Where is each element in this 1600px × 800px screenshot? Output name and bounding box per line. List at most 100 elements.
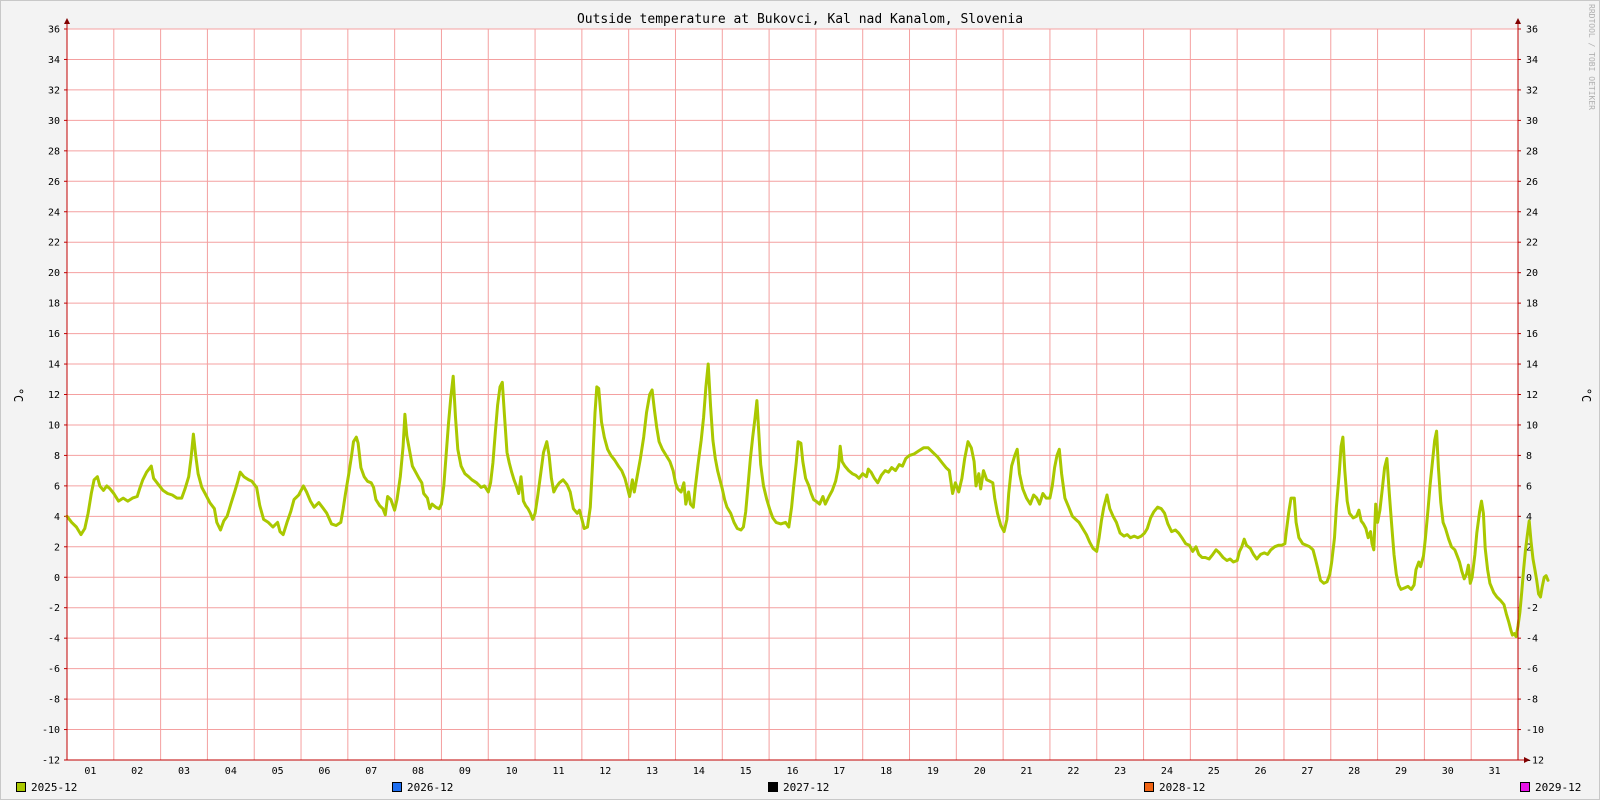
x-tick-label: 21	[1021, 766, 1033, 777]
x-tick-label: 07	[365, 766, 377, 777]
y-tick-label-right: 34	[1526, 55, 1538, 66]
y-tick-label-right: 20	[1526, 268, 1538, 279]
y-tick-label: 6	[54, 481, 60, 492]
x-tick-label: 09	[459, 766, 471, 777]
y-tick-label: 14	[48, 360, 60, 371]
y-tick-label: 2	[54, 542, 60, 553]
y-tick-label-right: -10	[1526, 725, 1544, 736]
y-tick-label-right: -6	[1526, 664, 1538, 675]
y-tick-label: 18	[48, 299, 60, 310]
y-tick-label-right: 18	[1526, 299, 1538, 310]
y-tick-label-right: -4	[1526, 634, 1538, 645]
x-tick-label: 11	[552, 766, 564, 777]
y-tick-label-right: 14	[1526, 360, 1538, 371]
y-tick-label: -8	[48, 695, 60, 706]
x-tick-label: 24	[1161, 766, 1173, 777]
legend-label: 2025-12	[31, 780, 78, 794]
y-axis-label-right: °C	[1579, 388, 1593, 402]
y-tick-label: 24	[48, 207, 60, 218]
y-axis-arrow-right	[1515, 18, 1521, 24]
y-axis-label-left: °C	[11, 388, 25, 402]
y-tick-label: 4	[54, 512, 60, 523]
x-tick-label: 03	[178, 766, 190, 777]
legend-swatch	[1520, 782, 1530, 792]
y-tick-label-right: 6	[1526, 481, 1532, 492]
x-tick-label: 25	[1208, 766, 1220, 777]
y-tick-label: 20	[48, 268, 60, 279]
x-tick-label: 17	[833, 766, 845, 777]
y-tick-label-right: -8	[1526, 695, 1538, 706]
x-tick-label: 01	[84, 766, 96, 777]
x-tick-label: 08	[412, 766, 424, 777]
y-tick-label-right: 24	[1526, 207, 1538, 218]
legend-label: 2027-12	[783, 780, 830, 794]
y-tick-label: -6	[48, 664, 60, 675]
x-tick-label: 15	[740, 766, 752, 777]
legend-swatch	[768, 782, 778, 792]
legend-item: 2028-12	[1144, 780, 1205, 794]
y-tick-label-right: -2	[1526, 603, 1538, 614]
y-tick-label-right: -12	[1526, 756, 1544, 767]
legend-item: 2027-12	[768, 780, 829, 794]
y-tick-label: 10	[48, 420, 60, 431]
y-tick-label-right: 8	[1526, 451, 1532, 462]
legend-label: 2026-12	[407, 780, 454, 794]
chart-title: Outside temperature at Bukovci, Kal nad …	[577, 12, 1023, 27]
y-tick-label-right: 12	[1526, 390, 1538, 401]
y-tick-label: 30	[48, 116, 60, 127]
x-tick-label: 22	[1067, 766, 1079, 777]
y-tick-label: 0	[54, 573, 60, 584]
y-tick-label: 34	[48, 55, 60, 66]
legend-label: 2029-12	[1535, 780, 1582, 794]
watermark: RRDTOOL / TOBI OETIKER	[1587, 4, 1596, 110]
y-tick-label-right: 26	[1526, 177, 1538, 188]
x-tick-label: 12	[599, 766, 611, 777]
legend-swatch	[1144, 782, 1154, 792]
legend-label: 2028-12	[1159, 780, 1206, 794]
x-tick-label: 05	[272, 766, 284, 777]
x-tick-label: 16	[786, 766, 798, 777]
x-tick-label: 28	[1348, 766, 1360, 777]
y-tick-label: -2	[48, 603, 60, 614]
x-tick-label: 13	[646, 766, 658, 777]
temperature-chart: -12 -12-10 -10-8 -8-6 -6-4 -4-2 -20 02 24 46 68 810…	[0, 0, 1600, 800]
legend-item: 2025-12	[16, 780, 77, 794]
x-tick-label: 29	[1395, 766, 1407, 777]
y-tick-label: 36	[48, 25, 60, 36]
x-tick-label: 14	[693, 766, 705, 777]
y-tick-label-right: 32	[1526, 85, 1538, 96]
x-tick-label: 30	[1442, 766, 1454, 777]
y-tick-label: 26	[48, 177, 60, 188]
x-tick-label: 19	[927, 766, 939, 777]
y-tick-label: 28	[48, 146, 60, 157]
y-tick-label: -12	[42, 756, 60, 767]
y-tick-label: -10	[42, 725, 60, 736]
y-tick-label: 22	[48, 238, 60, 249]
y-tick-label-right: 16	[1526, 329, 1538, 340]
legend-swatch	[16, 782, 26, 792]
y-tick-label: 16	[48, 329, 60, 340]
y-tick-label-right: 0	[1526, 573, 1532, 584]
x-tick-label: 23	[1114, 766, 1126, 777]
x-tick-label: 06	[318, 766, 330, 777]
legend-swatch	[392, 782, 402, 792]
x-tick-label: 20	[974, 766, 986, 777]
y-tick-label-right: 10	[1526, 420, 1538, 431]
y-tick-label-right: 30	[1526, 116, 1538, 127]
x-tick-label: 02	[131, 766, 143, 777]
legend-item: 2026-12	[392, 780, 453, 794]
x-tick-label: 18	[880, 766, 892, 777]
y-tick-label-right: 36	[1526, 25, 1538, 36]
y-tick-label: -4	[48, 634, 60, 645]
x-tick-label: 04	[225, 766, 237, 777]
y-tick-label: 12	[48, 390, 60, 401]
legend-item: 2029-12	[1520, 780, 1581, 794]
y-tick-label: 32	[48, 85, 60, 96]
x-tick-label: 31	[1489, 766, 1501, 777]
y-tick-label-right: 28	[1526, 146, 1538, 157]
x-tick-label: 10	[506, 766, 518, 777]
x-tick-label: 26	[1255, 766, 1267, 777]
y-tick-label-right: 22	[1526, 238, 1538, 249]
x-tick-label: 27	[1301, 766, 1313, 777]
y-tick-label: 8	[54, 451, 60, 462]
